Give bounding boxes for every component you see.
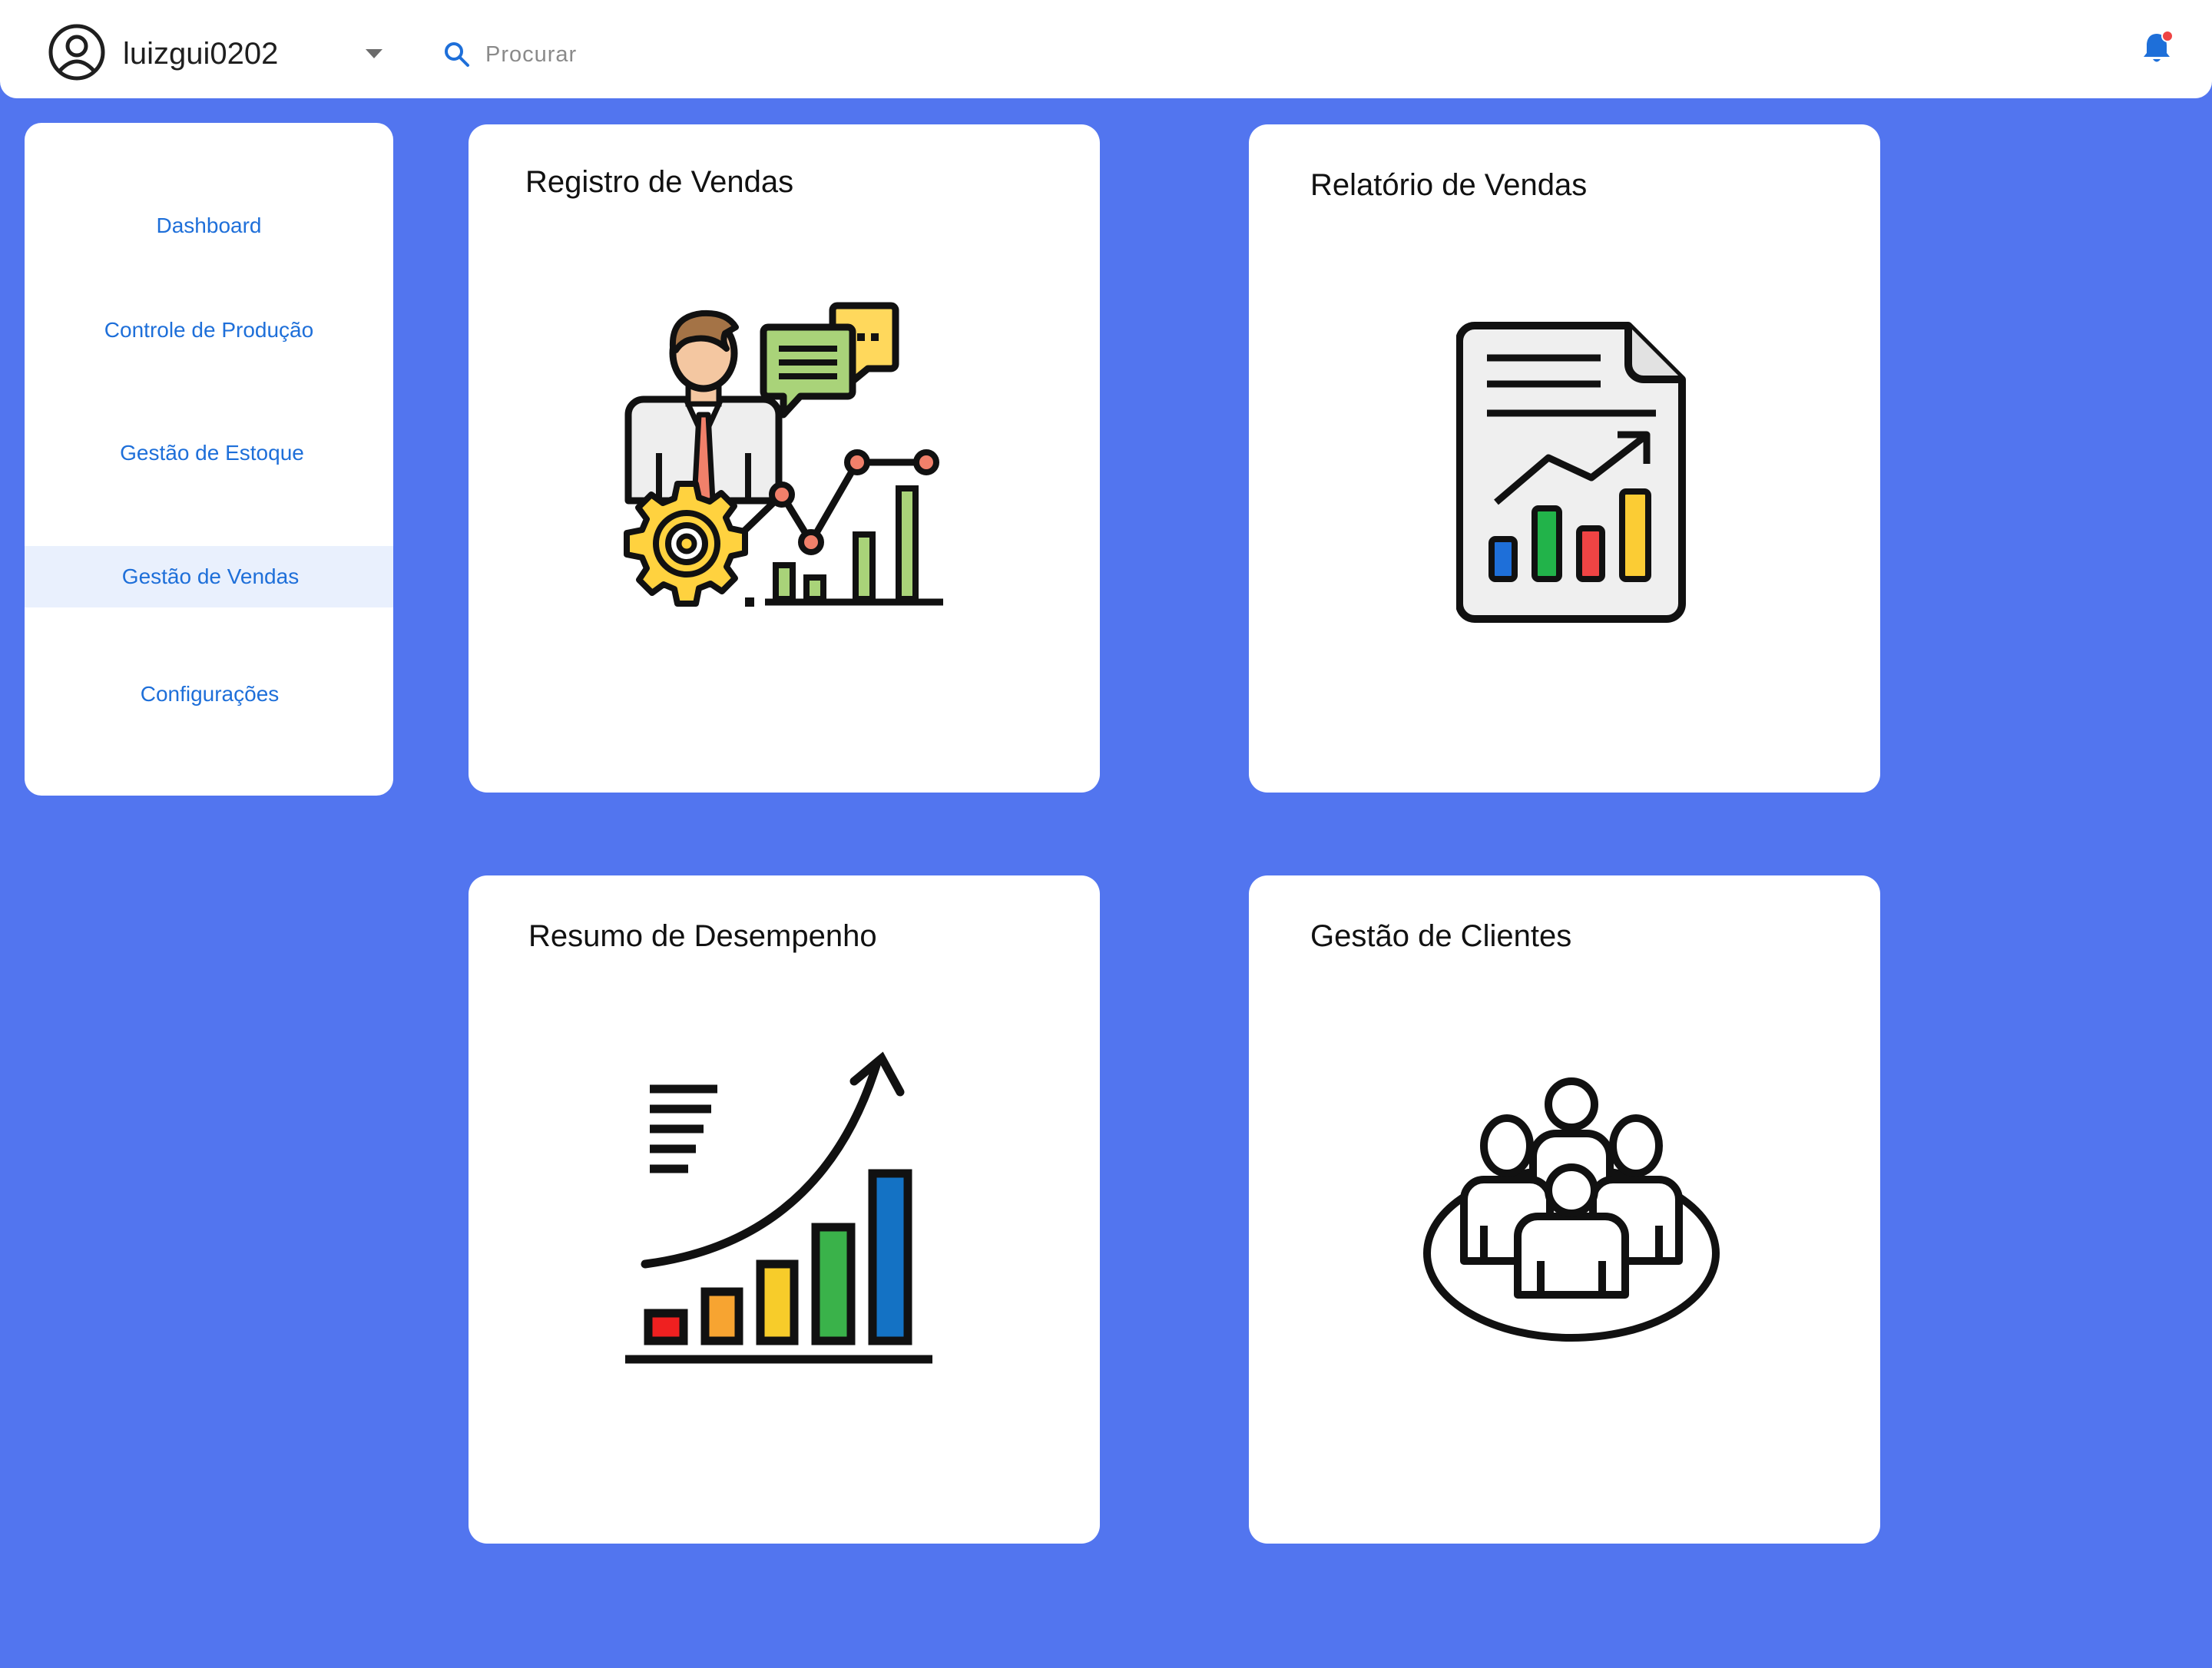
sidebar-item-controle-producao[interactable]: Controle de Produção bbox=[25, 300, 393, 361]
sidebar-item-configuracoes[interactable]: Configurações bbox=[25, 664, 393, 725]
sidebar-item-label: Dashboard bbox=[156, 213, 262, 237]
sidebar-item-gestao-estoque[interactable]: Gestão de Estoque bbox=[25, 422, 393, 484]
top-header: luizgui0202 bbox=[0, 0, 2212, 98]
user-avatar-icon[interactable] bbox=[48, 23, 106, 81]
sales-registration-illustration-icon bbox=[624, 302, 943, 607]
card-resumo-desempenho[interactable]: Resumo de Desempenho bbox=[469, 875, 1100, 1544]
card-title: Relatório de Vendas bbox=[1310, 168, 1588, 202]
performance-growth-chart-icon bbox=[625, 1051, 932, 1364]
notification-bell-icon[interactable] bbox=[2141, 29, 2175, 66]
sidebar-item-label: Configurações bbox=[140, 682, 280, 706]
sidebar-item-gestao-vendas[interactable]: Gestão de Vendas bbox=[25, 546, 393, 607]
search-icon bbox=[445, 42, 469, 67]
username-label: luizgui0202 bbox=[123, 37, 279, 71]
user-menu-chevron-down-icon[interactable] bbox=[366, 49, 382, 58]
card-relatorio-vendas[interactable]: Relatório de Vendas bbox=[1249, 124, 1880, 793]
sidebar-item-dashboard[interactable]: Dashboard bbox=[25, 195, 393, 256]
card-title: Gestão de Clientes bbox=[1310, 919, 1572, 953]
card-gestao-clientes[interactable]: Gestão de Clientes bbox=[1249, 875, 1880, 1544]
sidebar-nav: Dashboard Controle de Produção Gestão de E… bbox=[25, 123, 393, 796]
sidebar-item-label: Controle de Produção bbox=[104, 318, 314, 342]
card-registro-vendas[interactable]: Registro de Vendas bbox=[469, 124, 1100, 793]
card-title: Resumo de Desempenho bbox=[528, 919, 877, 953]
search-input[interactable] bbox=[484, 34, 948, 75]
customer-group-icon bbox=[1423, 1077, 1720, 1342]
sidebar-item-label: Gestão de Estoque bbox=[120, 441, 304, 465]
sales-report-document-icon bbox=[1456, 322, 1686, 623]
sidebar-item-label: Gestão de Vendas bbox=[121, 564, 300, 588]
card-title: Registro de Vendas bbox=[525, 165, 794, 199]
